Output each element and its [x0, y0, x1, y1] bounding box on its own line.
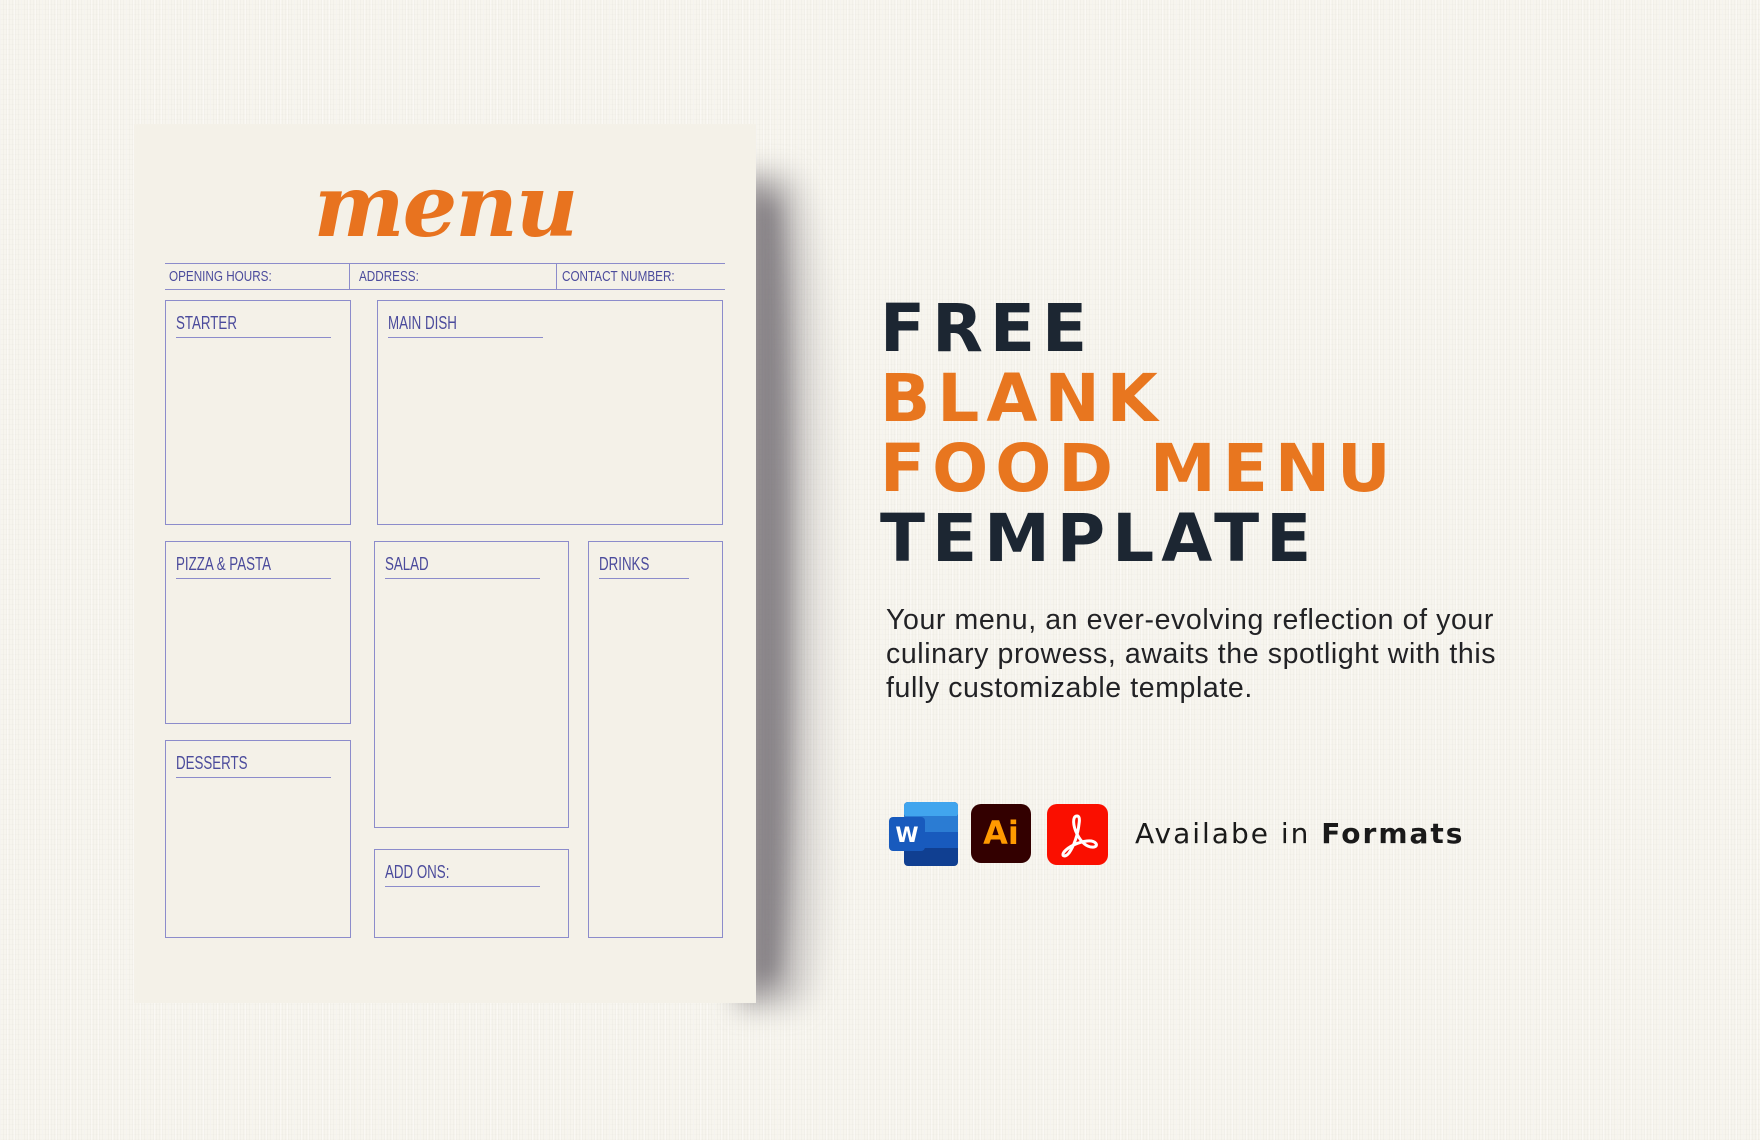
- word-icon: W: [888, 800, 960, 868]
- headline-line-blank: BLANK: [880, 360, 1165, 437]
- section-label: SALAD: [385, 554, 429, 574]
- section-pizza-pasta: PIZZA & PASTA: [165, 541, 351, 724]
- address-label: ADDRESS:: [359, 268, 419, 285]
- section-underline: [176, 777, 331, 778]
- section-drinks: DRINKS: [588, 541, 723, 938]
- section-label: MAIN DISH: [388, 313, 457, 333]
- available-formats-text: Availabe in Formats: [1135, 816, 1464, 852]
- contact-number-field: CONTACT NUMBER:: [557, 264, 725, 289]
- section-underline: [599, 578, 689, 579]
- description-line: Your menu, an ever-evolving reflection o…: [886, 604, 1494, 636]
- section-underline: [176, 337, 331, 338]
- page-headline: FREE BLANK FOOD MENU TEMPLATE: [880, 294, 1398, 574]
- headline-line-free: FREE: [880, 290, 1095, 367]
- section-label: PIZZA & PASTA: [176, 554, 271, 574]
- section-label: ADD ONS:: [385, 862, 450, 882]
- description-line: fully customizable template.: [886, 672, 1253, 704]
- menu-logo-title: menu: [313, 156, 579, 257]
- adobe-acrobat-pdf-icon: [1047, 804, 1108, 865]
- ai-icon-label: Ai: [983, 814, 1019, 852]
- headline-line-food-menu: FOOD MENU: [880, 430, 1398, 507]
- section-underline: [385, 578, 540, 579]
- section-underline: [388, 337, 543, 338]
- section-label: DESSERTS: [176, 753, 248, 773]
- headline-line-template: TEMPLATE: [880, 500, 1319, 577]
- section-main-dish: MAIN DISH: [377, 300, 723, 525]
- section-underline: [176, 578, 331, 579]
- opening-hours-label: OPENING HOURS:: [169, 268, 272, 285]
- section-starter: STARTER: [165, 300, 351, 525]
- section-desserts: DESSERTS: [165, 740, 351, 938]
- paper-shadow-core: [752, 200, 792, 980]
- address-field: ADDRESS:: [350, 264, 557, 289]
- contact-number-label: CONTACT NUMBER:: [562, 268, 675, 285]
- description: Your menu, an ever-evolving reflection o…: [886, 603, 1586, 705]
- formats-text-bold: Formats: [1321, 817, 1465, 850]
- word-icon-letter: W: [895, 823, 918, 847]
- info-row: OPENING HOURS: ADDRESS: CONTACT NUMBER:: [165, 263, 725, 290]
- formats-text-prefix: Availabe in: [1135, 817, 1311, 850]
- opening-hours-field: OPENING HOURS:: [165, 264, 350, 289]
- section-label: DRINKS: [599, 554, 650, 574]
- section-salad: SALAD: [374, 541, 569, 828]
- menu-template-preview: menu OPENING HOURS: ADDRESS: CONTACT NUM…: [134, 124, 756, 1003]
- section-underline: [385, 886, 540, 887]
- section-add-ons: ADD ONS:: [374, 849, 569, 938]
- section-label: STARTER: [176, 313, 237, 333]
- description-line: culinary prowess, awaits the spotlight w…: [886, 638, 1497, 670]
- adobe-illustrator-icon: Ai: [971, 804, 1031, 863]
